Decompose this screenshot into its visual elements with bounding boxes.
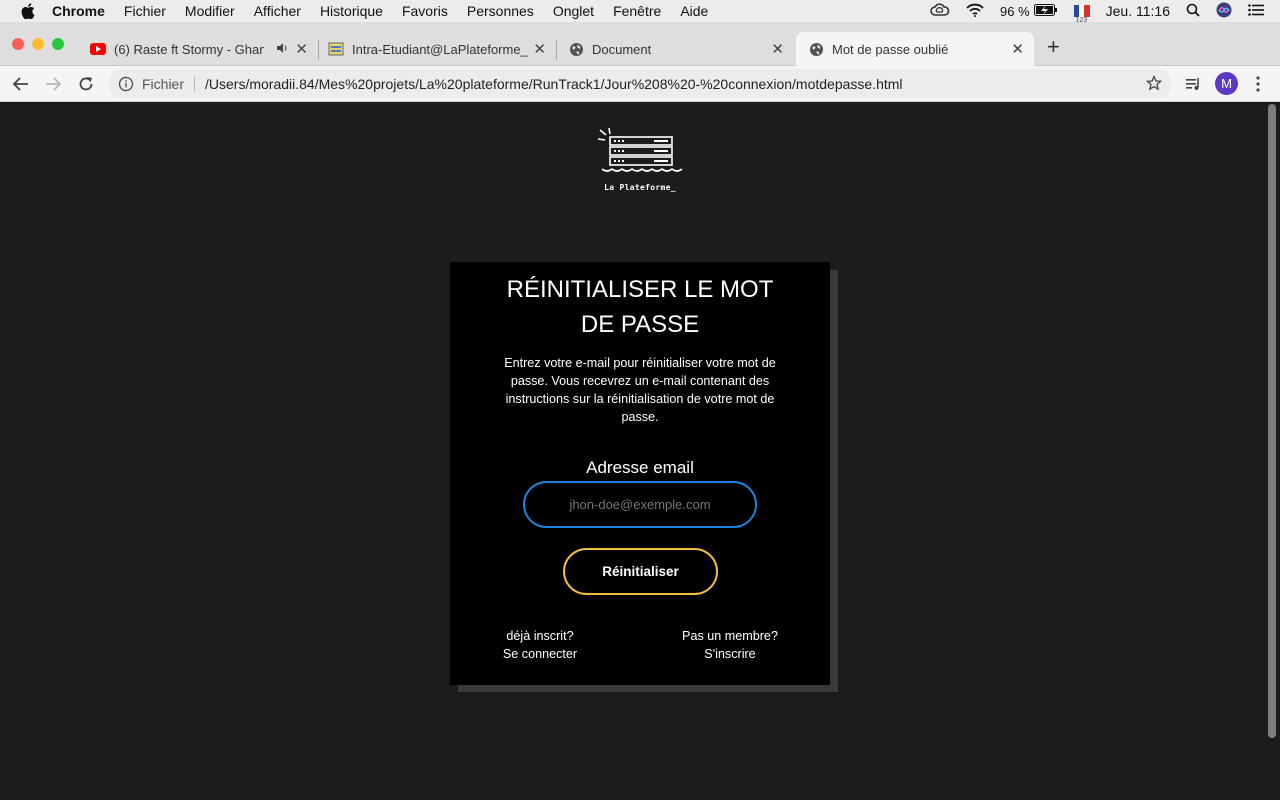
media-controls-icon[interactable] [1183, 73, 1205, 95]
bookmark-star-icon[interactable] [1145, 74, 1163, 91]
menu-aide[interactable]: Aide [680, 3, 708, 19]
login-link-action[interactable]: Se connecter [460, 645, 620, 663]
globe-icon [568, 41, 584, 57]
la-plateforme-logo: La Plateforme_ [596, 127, 684, 197]
intra-icon [328, 41, 344, 57]
profile-avatar[interactable]: M [1215, 72, 1238, 95]
login-link-question: déjà inscrit? [506, 629, 574, 643]
url-text[interactable]: /Users/moradii.84/Mes%20projets/La%20pla… [205, 76, 1172, 92]
menu-afficher[interactable]: Afficher [254, 3, 301, 19]
globe-icon [808, 41, 824, 57]
apple-icon[interactable] [18, 0, 38, 22]
tab-document[interactable]: Document ✕ [556, 32, 794, 66]
macos-menu-bar: Chrome Fichier Modifier Afficher Histori… [0, 0, 1280, 24]
reset-instructions: Entrez votre e-mail pour réinitialiser v… [504, 356, 776, 424]
address-bar[interactable]: Fichier /Users/moradii.84/Mes%20projets/… [108, 69, 1172, 98]
menu-bar-status-area: 96 % 123 Jeu. 11:16 [930, 0, 1280, 24]
logo-text: La Plateforme_ [604, 183, 676, 192]
menu-clock[interactable]: Jeu. 11:16 [1106, 3, 1170, 19]
signup-link-action[interactable]: S'inscrire [650, 645, 810, 663]
close-tab-icon[interactable]: ✕ [533, 40, 546, 58]
menu-app-chrome[interactable]: Chrome [52, 3, 105, 19]
tab-title: Intra-Etudiant@LaPlateforme_ [352, 41, 528, 57]
creative-cloud-icon[interactable] [930, 2, 950, 20]
menu-modifier[interactable]: Modifier [185, 3, 235, 19]
more-options-icon[interactable] [1247, 73, 1269, 95]
zoom-window-icon[interactable] [52, 38, 64, 50]
tab-title: Document [592, 41, 652, 57]
new-tab-plus-icon[interactable]: + [1047, 36, 1060, 58]
menu-favoris[interactable]: Favoris [402, 3, 448, 19]
menu-fichier[interactable]: Fichier [124, 3, 166, 19]
notification-center-icon[interactable] [1248, 3, 1264, 19]
close-tab-icon[interactable]: ✕ [295, 40, 308, 58]
tab-mot-de-passe-oublie[interactable]: Mot de passe oublié ✕ [796, 32, 1034, 66]
tab-youtube[interactable]: (6) Raste ft Stormy - Ghan ✕ [80, 32, 318, 66]
wifi-icon[interactable] [966, 3, 984, 20]
info-icon[interactable] [118, 76, 134, 92]
close-window-icon[interactable] [12, 38, 24, 50]
speaker-audio-icon[interactable] [276, 42, 288, 57]
close-tab-icon[interactable]: ✕ [1011, 40, 1024, 58]
signup-link-question: Pas un membre? [682, 629, 778, 643]
url-divider [194, 75, 196, 92]
forward-arrow-icon[interactable] [42, 73, 64, 95]
reset-button[interactable]: Réinitialiser [563, 548, 718, 595]
menu-fenetre[interactable]: Fenêtre [613, 3, 661, 19]
back-arrow-icon[interactable] [10, 73, 32, 95]
youtube-icon [90, 41, 106, 57]
email-label: Adresse email [586, 458, 694, 477]
page-viewport: La Plateforme_ RÉINITIALISER LE MOT DE P… [0, 102, 1280, 800]
window-controls [12, 38, 72, 50]
menu-onglet[interactable]: Onglet [553, 3, 594, 19]
login-link[interactable]: déjà inscrit? Se connecter [460, 627, 620, 663]
signup-link[interactable]: Pas un membre? S'inscrire [650, 627, 810, 663]
page-title: RÉINITIALISER LE MOT DE PASSE [506, 276, 774, 338]
spotlight-search-icon[interactable] [1186, 3, 1200, 20]
menu-historique[interactable]: Historique [320, 3, 383, 19]
battery-charging-icon[interactable] [1033, 3, 1058, 19]
reset-password-card: RÉINITIALISER LE MOT DE PASSE Entrez vot… [450, 262, 830, 685]
minimize-window-icon[interactable] [32, 38, 44, 50]
vertical-scrollbar[interactable] [1268, 104, 1276, 738]
email-field[interactable] [523, 481, 757, 528]
reload-icon[interactable] [75, 73, 97, 95]
tab-title: Mot de passe oublié [832, 41, 949, 57]
browser-tab-strip: (6) Raste ft Stormy - Ghan ✕ Intra-Etudi… [0, 22, 1280, 66]
input-source-flag-icon[interactable]: 123 [1073, 5, 1090, 24]
tab-intra-etudiant[interactable]: Intra-Etudiant@LaPlateforme_ ✕ [318, 32, 556, 66]
close-tab-icon[interactable]: ✕ [771, 40, 784, 58]
menu-personnes[interactable]: Personnes [467, 3, 534, 19]
url-scheme-label: Fichier [142, 75, 185, 92]
tab-title: (6) Raste ft Stormy - Ghan [114, 41, 264, 57]
battery-percentage: 96 % [1000, 3, 1030, 19]
browser-toolbar: Fichier /Users/moradii.84/Mes%20projets/… [0, 66, 1280, 102]
siri-icon[interactable] [1216, 2, 1232, 21]
